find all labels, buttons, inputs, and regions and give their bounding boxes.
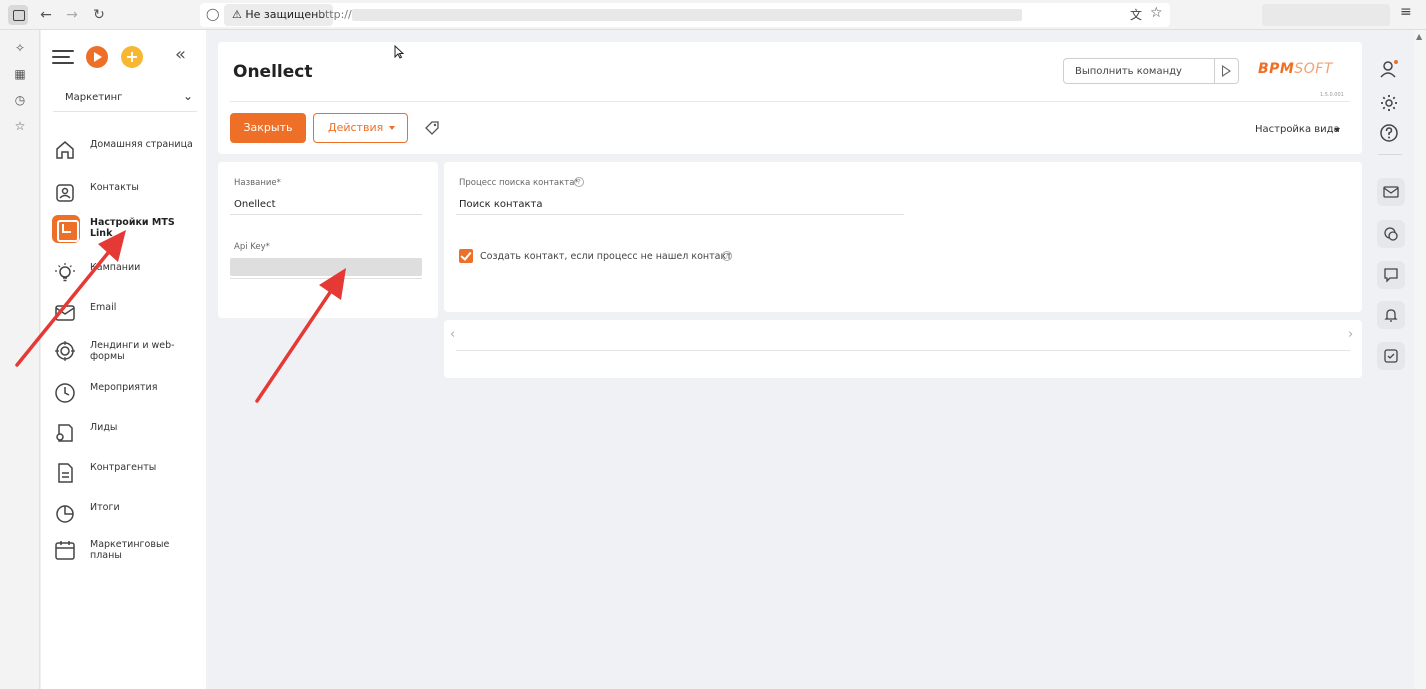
annotation-arrows [15, 230, 346, 403]
arrow-to-api-key [255, 268, 346, 403]
arrow-to-nav-item [15, 230, 126, 367]
